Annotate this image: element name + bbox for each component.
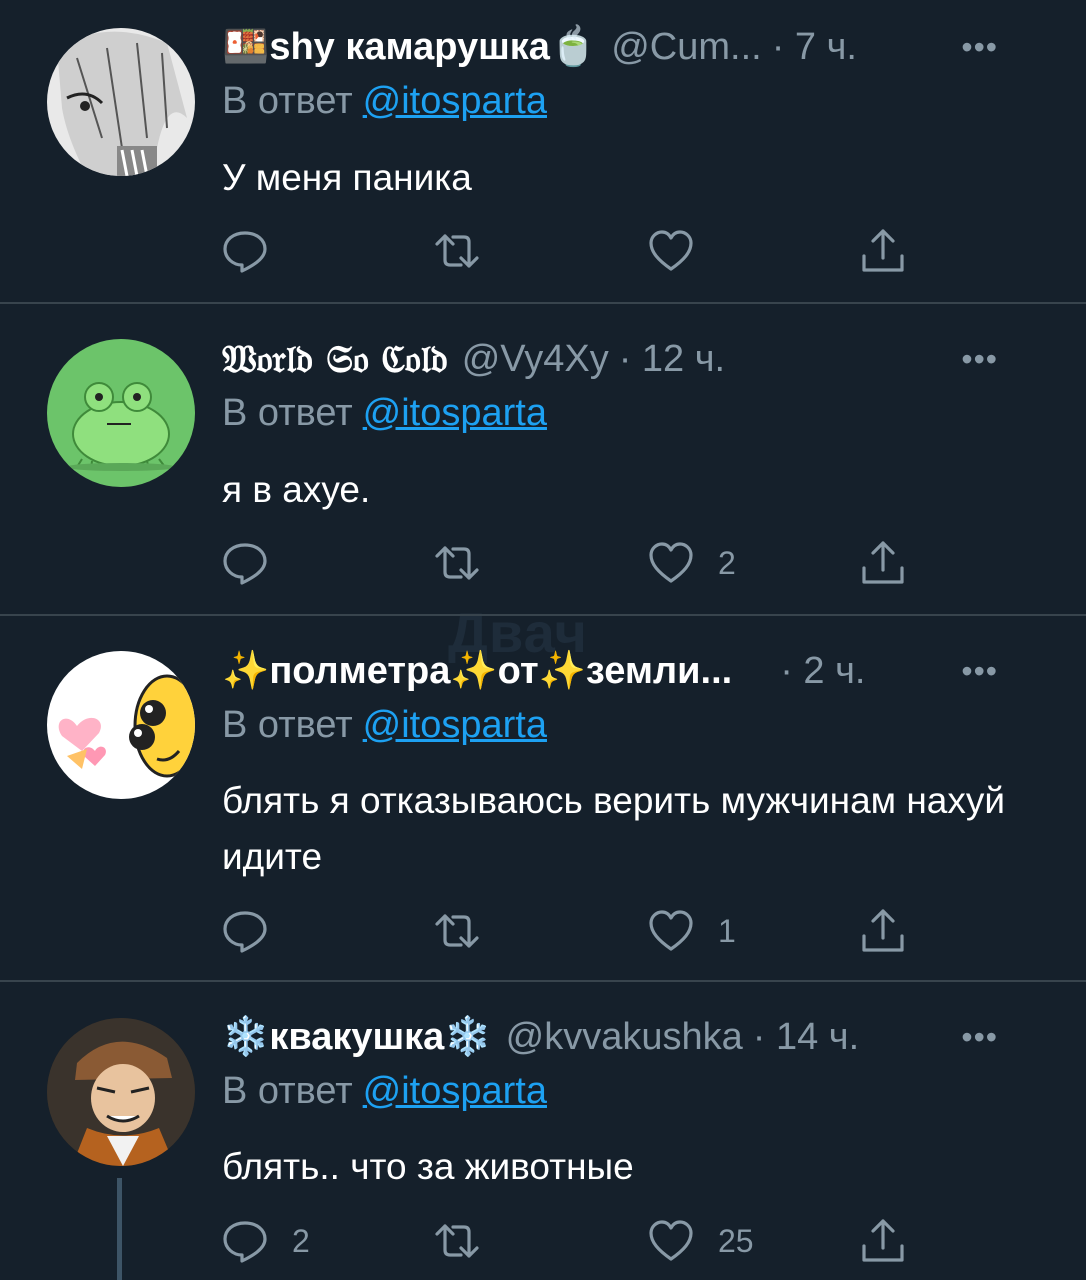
like-count: 1 [718,912,736,949]
handle[interactable]: @Cum... [611,26,761,69]
anime-girl-avatar-image [47,28,195,176]
more-options-icon[interactable]: ••• [961,29,998,66]
reply-icon [223,543,267,585]
share-button[interactable] [860,538,906,588]
mention-link[interactable]: @itosparta [363,1070,547,1112]
more-options-icon[interactable]: ••• [961,653,998,690]
tweet-text: У меня паника [222,157,472,198]
like-button[interactable]: 1 [648,906,736,956]
like-button[interactable]: 25 [648,1216,754,1266]
green-frog-avatar-image [47,339,195,487]
reply-label: В ответ [222,1070,353,1112]
handle[interactable]: @Vy4Xy [462,338,609,381]
avatar[interactable] [47,28,195,176]
share-icon [862,909,904,952]
reply-icon [223,911,267,953]
reply-context: В ответ @itosparta [222,80,547,123]
retweet-icon [435,234,479,268]
display-name[interactable]: ❄️квакушка❄️ [222,1015,492,1059]
reply-label: В ответ [222,392,353,434]
like-count: 2 [718,544,736,581]
tweet-header: 🍱shy камарушка🍵 @Cum... · 7 ч. ••• [222,22,1046,72]
avatar[interactable] [47,1018,195,1166]
heart-icon [649,910,693,951]
share-button[interactable] [860,1216,906,1266]
timestamp[interactable]: · 14 ч. [753,1016,859,1059]
avatar[interactable] [47,651,195,799]
timestamp[interactable]: · 7 ч. [772,26,857,69]
retweet-icon [435,1224,479,1258]
tweet-actions: 1 [222,906,922,956]
avatar[interactable] [47,339,195,487]
yellow-cartoon-avatar-image [47,651,195,799]
display-name[interactable]: 🍱shy камарушка🍵 [222,25,597,69]
tweet-header: ✨полметра✨от✨земли... · 2 ч. ••• [222,646,1046,696]
more-options-icon[interactable]: ••• [961,1019,998,1056]
timestamp[interactable]: · 2 ч. [780,650,865,693]
reply-button[interactable] [222,906,292,956]
tweet-header: 𝔚𝔬𝔯𝔩𝔡 𝔖𝔬 ℭ𝔬𝔩𝔡 @Vy4Xy · 12 ч. ••• [222,334,1046,384]
tweet-actions [222,226,922,276]
retweet-button[interactable] [434,538,504,588]
anime-boy-avatar-image [47,1018,195,1166]
timestamp[interactable]: · 12 ч. [619,338,725,381]
mention-link[interactable]: @itosparta [363,704,547,746]
reply-button[interactable] [222,538,292,588]
share-button[interactable] [860,226,906,276]
display-name[interactable]: ✨полметра✨от✨земли... [222,649,732,693]
tweet-1[interactable]: 🍱shy камарушка🍵 @Cum... · 7 ч. ••• В отв… [0,0,1086,303]
handle[interactable]: @kvvakushka [506,1016,743,1059]
tweet-text: блять.. что за животные [222,1146,634,1187]
share-icon [862,1219,904,1262]
heart-icon [649,1220,693,1261]
reply-button[interactable] [222,226,292,276]
share-icon [862,541,904,584]
heart-icon [649,230,693,271]
mention-link[interactable]: @itosparta [363,392,547,434]
like-button[interactable]: 2 [648,538,736,588]
more-options-icon[interactable]: ••• [961,341,998,378]
retweet-icon [435,546,479,580]
thread-line [117,1178,122,1280]
retweet-button[interactable] [434,906,504,956]
tweet-actions: 2 [222,538,922,588]
reply-icon [223,231,267,273]
reply-context: В ответ @itosparta [222,1070,547,1113]
share-button[interactable] [860,906,906,956]
reply-button[interactable]: 2 [222,1216,310,1266]
reply-label: В ответ [222,80,353,122]
retweet-button[interactable] [434,1216,504,1266]
tweet-4[interactable]: ❄️квакушка❄️ @kvvakushka · 14 ч. ••• В о… [0,982,1086,1280]
share-icon [862,229,904,272]
reply-count: 2 [292,1222,310,1259]
retweet-icon [435,914,479,948]
tweet-actions: 2 25 [222,1216,922,1266]
mention-link[interactable]: @itosparta [363,80,547,122]
tweet-text: блять я отказываюсь верить мужчинам наху… [222,780,1006,877]
tweet-header: ❄️квакушка❄️ @kvvakushka · 14 ч. ••• [222,1012,1046,1062]
reply-label: В ответ [222,704,353,746]
tweet-3[interactable]: ✨полметра✨от✨земли... · 2 ч. ••• В ответ… [0,616,1086,980]
tweet-2[interactable]: 𝔚𝔬𝔯𝔩𝔡 𝔖𝔬 ℭ𝔬𝔩𝔡 @Vy4Xy · 12 ч. ••• В ответ… [0,304,1086,614]
heart-icon [649,542,693,583]
tweet-text: я в ахуе. [222,469,371,510]
like-count: 25 [718,1222,754,1259]
retweet-button[interactable] [434,226,504,276]
reply-context: В ответ @itosparta [222,392,547,435]
like-button[interactable] [648,226,718,276]
display-name[interactable]: 𝔚𝔬𝔯𝔩𝔡 𝔖𝔬 ℭ𝔬𝔩𝔡 [222,336,448,382]
reply-icon [223,1221,267,1263]
reply-context: В ответ @itosparta [222,704,547,747]
